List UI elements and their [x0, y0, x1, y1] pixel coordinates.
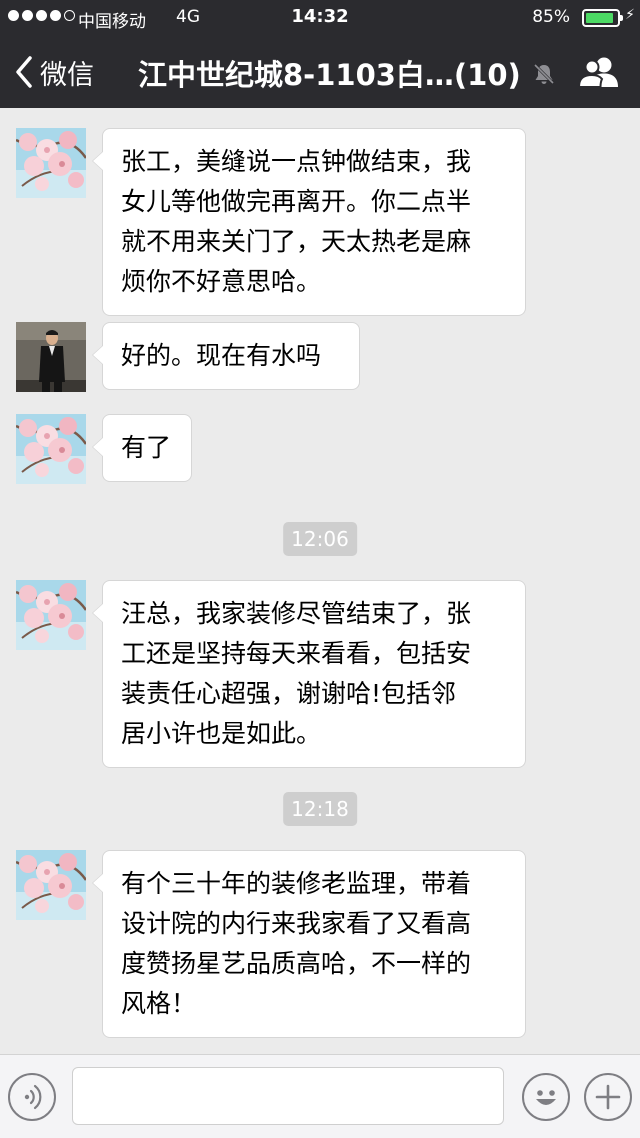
message-bubble[interactable]: 张工，美缝说一点钟做结束，我 女儿等他做完再离开。你二点半 就不用来关门了，天太… — [92, 128, 526, 316]
mute-bell-icon — [533, 63, 555, 85]
back-label: 微信 — [40, 59, 94, 91]
chat-area[interactable]: 张工，美缝说一点钟做结束，我 女儿等他做完再离开。你二点半 就不用来关门了，天太… — [0, 108, 640, 1054]
timestamp-divider: 12:06 — [283, 522, 357, 556]
message-bubble[interactable]: 汪总，我家装修尽管结束了，张 工还是坚持每天来看看，包括安 装责任心超强，谢谢哈… — [92, 580, 526, 768]
voice-button[interactable] — [8, 1073, 56, 1121]
emoji-button[interactable] — [522, 1073, 570, 1121]
magnolia-avatar[interactable] — [16, 128, 86, 198]
message-bubble[interactable]: 有了 — [92, 414, 192, 482]
plus-icon — [595, 1084, 621, 1110]
message-input[interactable] — [72, 1067, 504, 1125]
man-portrait-avatar[interactable] — [16, 322, 86, 392]
plus-button[interactable] — [584, 1073, 632, 1121]
charging-bolt-icon: ⚡ — [625, 7, 635, 23]
battery-percent: 85% — [532, 7, 570, 27]
timestamp-divider: 12:18 — [283, 792, 357, 826]
chevron-left-icon — [16, 56, 32, 88]
voice-icon — [24, 1084, 42, 1110]
message-bubble[interactable]: 有个三十年的装修老监理，带着 设计院的内行来我家看了又看高 度赞扬星艺品质高哈，… — [92, 850, 526, 1038]
magnolia-avatar[interactable] — [16, 850, 86, 920]
status-bar: 中国移动 4G 14:32 85% ⚡ — [0, 0, 640, 36]
group-members-icon[interactable] — [578, 56, 620, 88]
magnolia-avatar[interactable] — [16, 414, 86, 484]
nav-bar: 微信 江中世纪城8-1103白…(10) — [0, 36, 640, 108]
emoji-icon — [536, 1090, 556, 1105]
chat-title: 江中世纪城8-1103白…(10) — [138, 58, 521, 92]
battery-icon — [582, 9, 623, 27]
magnolia-avatar[interactable] — [16, 580, 86, 650]
input-bar — [0, 1054, 640, 1138]
message-bubble[interactable]: 好的。现在有水吗 — [92, 322, 360, 390]
back-button[interactable]: 微信 — [14, 52, 94, 92]
